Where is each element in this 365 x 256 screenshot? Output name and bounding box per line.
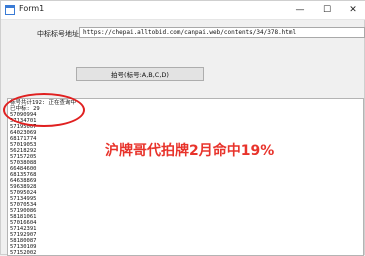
close-icon: ✕: [349, 5, 357, 15]
app-icon: [5, 5, 15, 15]
maximize-icon: ☐: [322, 5, 332, 15]
title-bar: Form1 — ☐ ✕: [1, 1, 365, 20]
app-window: Form1 — ☐ ✕ 中标标号地址: https://chepai.allto…: [0, 0, 365, 256]
overlay-caption: 沪牌哥代拍牌2月命中19%: [105, 143, 275, 159]
query-button[interactable]: 拍号(标号:A,B,C,D): [76, 67, 204, 81]
url-label: 中标标号地址:: [37, 30, 82, 38]
log-line: 57152002: [10, 250, 37, 256]
minimize-button[interactable]: —: [288, 1, 312, 19]
close-button[interactable]: ✕: [341, 1, 365, 19]
log-textbox[interactable]: 标号共计192: 正在查询中 已中标: 29 57090994 57134701 571…: [7, 98, 364, 256]
window-title: Form1: [19, 4, 45, 13]
log-lines: 标号共计192: 正在查询中 已中标: 29 57090994 57134701 571…: [10, 100, 76, 256]
minimize-icon: —: [295, 5, 305, 15]
url-input[interactable]: https://chepai.alltobid.com/canpai.web/c…: [79, 27, 365, 38]
maximize-button[interactable]: ☐: [315, 1, 339, 19]
